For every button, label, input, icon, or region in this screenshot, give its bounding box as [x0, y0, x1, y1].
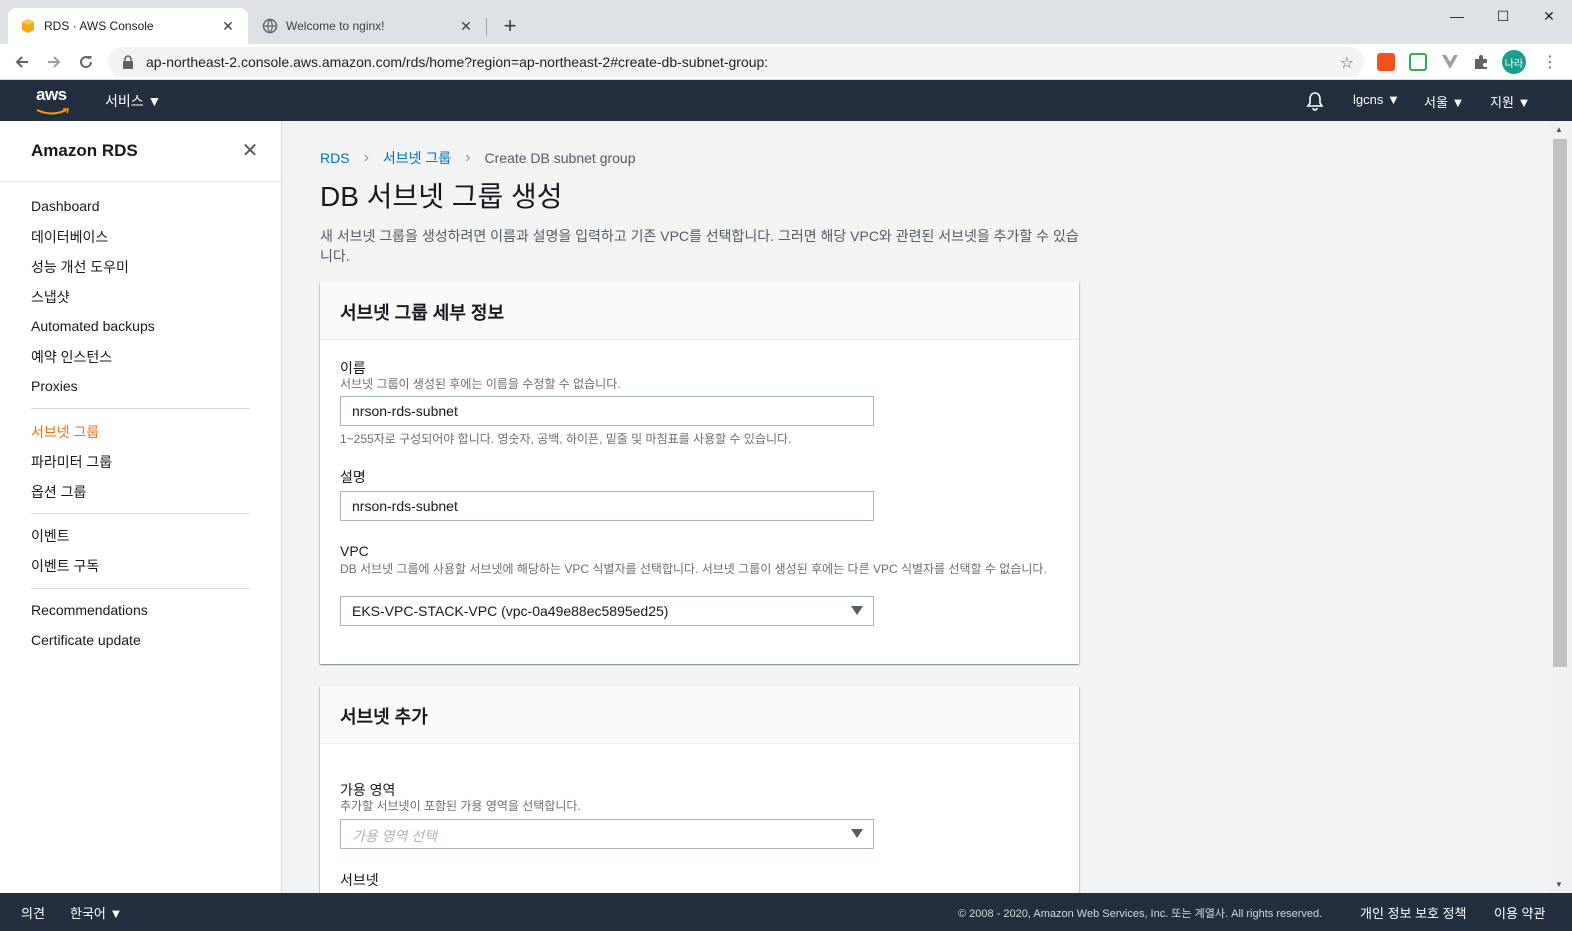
tab-separator: [486, 18, 487, 36]
availability-zone-select[interactable]: 가용 영역 선택: [340, 819, 874, 849]
sidebar-item-databases[interactable]: 데이터베이스: [31, 227, 108, 247]
url-text: ap-northeast-2.console.aws.amazon.com/rd…: [146, 54, 769, 70]
sidebar-item-parameter-groups[interactable]: 파라미터 그룹: [31, 452, 112, 472]
scroll-thumb[interactable]: [1553, 139, 1567, 667]
page-scrollbar[interactable]: ▲ ▼: [1550, 121, 1572, 893]
feedback-label: 의견: [21, 906, 45, 921]
feedback-link[interactable]: 의견: [21, 903, 45, 922]
breadcrumb-current: Create DB subnet group: [484, 150, 636, 166]
divider: [31, 408, 250, 409]
name-constraint-hint: 1~255자로 구성되어야 합니다. 영숫자, 공백, 하이픈, 밑줄 및 마침…: [340, 432, 792, 446]
chevron-right-icon: ›: [363, 149, 369, 166]
sidebar-item-reserved-instances[interactable]: 예약 인스턴스: [31, 347, 112, 367]
close-sidebar-icon[interactable]: ✕: [240, 140, 260, 162]
breadcrumb-subnet-groups[interactable]: 서브넷 그룹: [383, 148, 451, 168]
sidebar-item-option-groups[interactable]: 옵션 그룹: [31, 482, 86, 502]
availability-zone-label: 가용 영역: [340, 782, 396, 798]
browser-tabstrip: RDS · AWS Console ✕ Welcome to nginx! ✕ …: [0, 0, 1572, 44]
scroll-up-arrow-icon[interactable]: ▲: [1555, 125, 1563, 134]
availability-zone-description: 추가할 서브넷이 포함된 가용 영역을 선택합니다.: [340, 799, 581, 813]
reload-icon[interactable]: [72, 48, 100, 76]
sidebar-item-events[interactable]: 이벤트: [31, 526, 70, 546]
sidebar-item-automated-backups[interactable]: Automated backups: [31, 318, 155, 334]
forward-icon[interactable]: [40, 48, 68, 76]
add-subnets-panel: 서브넷 추가 가용 영역 추가할 서브넷이 포함된 가용 영역을 선택합니다. …: [320, 686, 1079, 893]
terms-link[interactable]: 이용 약관: [1494, 903, 1545, 922]
rds-sidebar: Amazon RDS ✕ Dashboard 데이터베이스 성능 개선 도우미 …: [0, 121, 282, 893]
breadcrumb-rds[interactable]: RDS: [320, 150, 350, 166]
extensions-puzzle-icon[interactable]: [1472, 53, 1490, 71]
language-selector[interactable]: 한국어 ▼: [70, 903, 122, 922]
console-footer: 의견 한국어 ▼ © 2008 - 2020, Amazon Web Servi…: [0, 893, 1572, 931]
aws-top-nav: aws 서비스 ▼ lgcns ▼ 서울 ▼ 지원 ▼: [0, 80, 1572, 121]
divider: [0, 181, 281, 182]
name-label: 이름: [340, 360, 366, 376]
close-tab-icon[interactable]: ✕: [220, 18, 236, 34]
page-description: 새 서브넷 그룹을 생성하려면 이름과 설명을 입력하고 기존 VPC를 선택합…: [320, 228, 1079, 264]
privacy-policy-link[interactable]: 개인 정보 보호 정책: [1360, 903, 1467, 922]
aws-rds-favicon-icon: [22, 19, 34, 33]
tab-rds-console[interactable]: RDS · AWS Console ✕: [8, 8, 248, 44]
sidebar-item-performance-insights[interactable]: 성능 개선 도우미: [31, 257, 129, 277]
maximize-button[interactable]: ☐: [1480, 0, 1526, 32]
extension-green-icon[interactable]: [1409, 53, 1427, 71]
breadcrumb: RDS › 서브넷 그룹 › Create DB subnet group: [320, 148, 636, 168]
minimize-button[interactable]: —: [1434, 0, 1480, 32]
tab-nginx[interactable]: Welcome to nginx! ✕: [250, 8, 486, 44]
tab-title: RDS · AWS Console: [44, 19, 154, 33]
page-title: DB 서브넷 그룹 생성: [320, 181, 563, 212]
caret-down-icon: [851, 606, 863, 615]
address-bar[interactable]: ap-northeast-2.console.aws.amazon.com/rd…: [108, 47, 1364, 77]
region-menu[interactable]: 서울 ▼: [1424, 92, 1464, 111]
vpc-description: DB 서브넷 그룹에 사용할 서브넷에 해당하는 VPC 식별자를 선택합니다.…: [340, 562, 1047, 576]
vpc-select[interactable]: EKS-VPC-STACK-VPC (vpc-0a49e88ec5895ed25…: [340, 596, 874, 626]
subnet-label: 서브넷: [340, 872, 379, 888]
divider: [31, 588, 250, 589]
extension-ex-icon[interactable]: [1377, 53, 1395, 71]
panel-heading: 서브넷 그룹 세부 정보: [320, 282, 1079, 340]
sidebar-title: Amazon RDS: [31, 141, 138, 160]
copyright-text: © 2008 - 2020, Amazon Web Services, Inc.…: [958, 908, 1323, 920]
sidebar-item-certificate-update[interactable]: Certificate update: [31, 632, 141, 648]
profile-avatar[interactable]: 나라: [1502, 50, 1526, 74]
vpc-label: VPC: [340, 543, 369, 559]
sidebar-item-proxies[interactable]: Proxies: [31, 378, 78, 394]
divider: [31, 513, 250, 514]
tab-title: Welcome to nginx!: [286, 19, 385, 33]
services-menu[interactable]: 서비스 ▼: [105, 91, 161, 111]
aws-smile-icon: [36, 108, 70, 115]
scroll-down-arrow-icon[interactable]: ▼: [1555, 880, 1563, 889]
account-menu[interactable]: lgcns ▼: [1353, 92, 1400, 107]
sidebar-item-snapshots[interactable]: 스냅샷: [31, 287, 70, 307]
browser-menu-icon[interactable]: ⋮: [1538, 50, 1562, 74]
panel-heading: 서브넷 추가: [320, 686, 1079, 744]
chevron-right-icon: ›: [465, 149, 471, 166]
extension-vue-icon[interactable]: [1441, 53, 1459, 71]
name-description: 서브넷 그룹이 생성된 후에는 이름을 수정할 수 없습니다.: [340, 377, 621, 391]
support-menu[interactable]: 지원 ▼: [1490, 92, 1530, 111]
availability-zone-placeholder: 가용 영역 선택: [352, 828, 438, 844]
main-content: RDS › 서브넷 그룹 › Create DB subnet group DB…: [282, 121, 1550, 893]
sidebar-item-event-subscriptions[interactable]: 이벤트 구독: [31, 556, 99, 576]
description-input[interactable]: nrson-rds-subnet: [340, 491, 874, 521]
language-label: 한국어: [70, 906, 106, 921]
caret-down-icon: [851, 829, 863, 838]
subnet-group-details-panel: 서브넷 그룹 세부 정보 이름 서브넷 그룹이 생성된 후에는 이름을 수정할 …: [320, 282, 1079, 664]
close-window-button[interactable]: ✕: [1526, 0, 1572, 32]
browser-toolbar: ap-northeast-2.console.aws.amazon.com/rd…: [0, 44, 1572, 80]
bookmark-star-icon[interactable]: ☆: [1340, 53, 1354, 73]
globe-icon: [262, 18, 278, 34]
back-icon[interactable]: [8, 48, 36, 76]
new-tab-button[interactable]: +: [496, 12, 524, 40]
lock-icon: [123, 55, 133, 69]
sidebar-item-subnet-groups[interactable]: 서브넷 그룹: [31, 422, 99, 442]
aws-logo[interactable]: aws: [36, 86, 76, 115]
name-input[interactable]: nrson-rds-subnet: [340, 396, 874, 426]
vpc-selected-value: EKS-VPC-STACK-VPC (vpc-0a49e88ec5895ed25…: [352, 603, 669, 619]
sidebar-item-recommendations[interactable]: Recommendations: [31, 602, 148, 618]
notification-bell-icon[interactable]: [1305, 91, 1325, 111]
description-label: 설명: [340, 469, 366, 485]
sidebar-item-dashboard[interactable]: Dashboard: [31, 198, 100, 214]
close-tab-icon[interactable]: ✕: [458, 18, 474, 34]
